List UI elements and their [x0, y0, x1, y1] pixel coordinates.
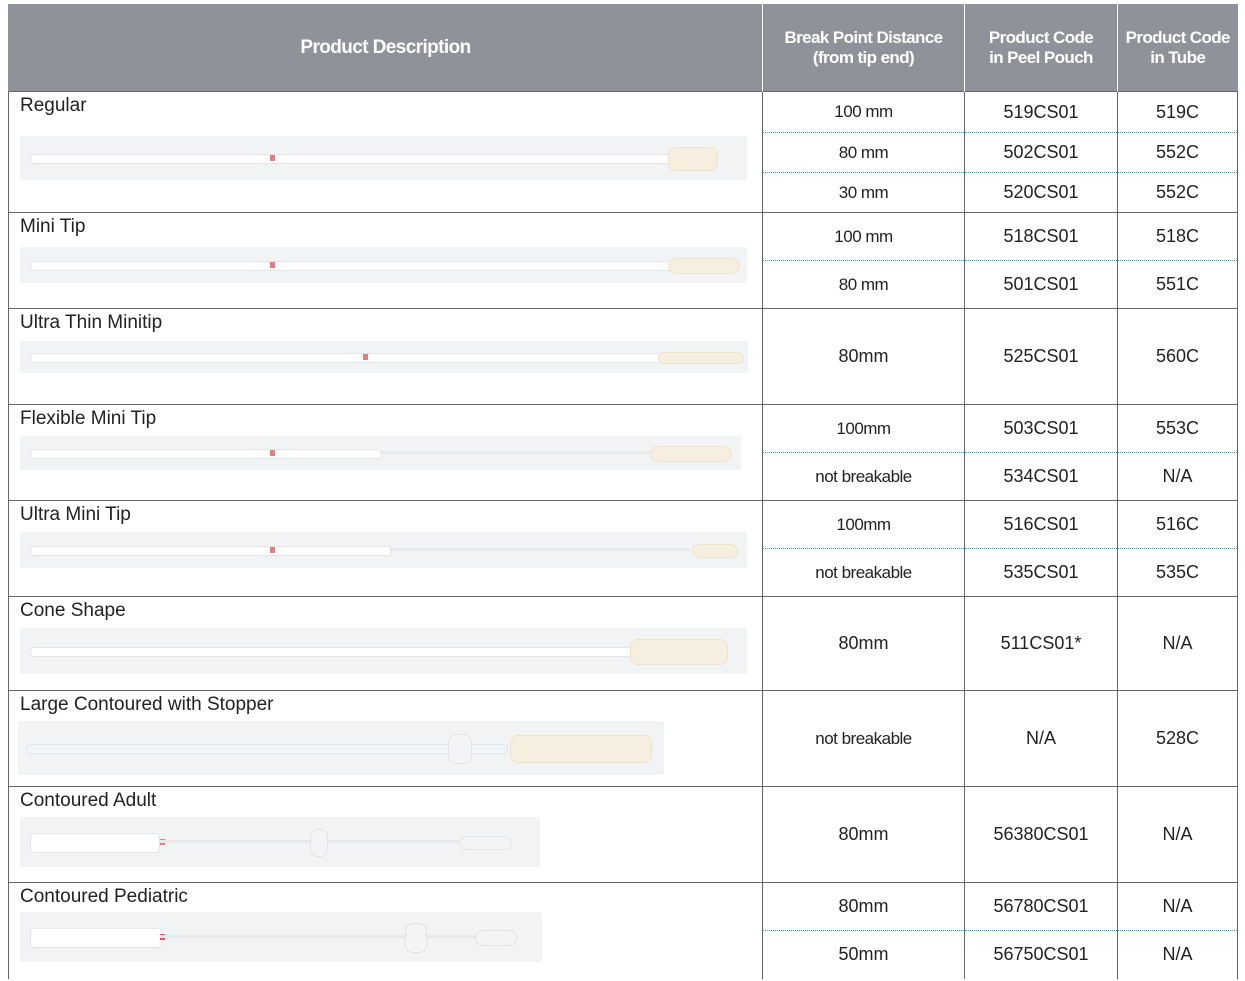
header-tube-line1: Product Code: [1125, 27, 1231, 47]
pouch-code-cell: 501CS01: [964, 260, 1118, 309]
product-cell-cone-shape: Cone Shape: [8, 596, 763, 691]
header-break-point-line2: (from tip end): [812, 47, 915, 67]
tube-code-cell: N/A: [1117, 596, 1238, 691]
swab-image-ultra-mini-tip: [20, 532, 747, 568]
tube-code-cell: N/A: [1117, 930, 1238, 979]
pouch-code-cell: 525CS01: [964, 308, 1118, 405]
pouch-code-cell: 534CS01: [964, 452, 1118, 501]
product-cell-ultra-thin-minitip: Ultra Thin Minitip: [8, 308, 763, 405]
break-point-cell: 100mm: [762, 404, 965, 453]
break-point-cell: not breakable: [762, 452, 965, 501]
pouch-code-cell: 516CS01: [964, 500, 1118, 549]
pouch-code-cell: N/A: [964, 690, 1118, 787]
product-table-container: Product Description Break Point Distance…: [8, 4, 1238, 979]
break-point-cell: 80mm: [762, 786, 965, 883]
pouch-code-cell: 511CS01*: [964, 596, 1118, 691]
header-peel-pouch-line2: in Peel Pouch: [989, 47, 1093, 67]
table-row: Cone Shape 80mm 511CS01* N/A: [8, 596, 1238, 691]
swab-image-flexible-mini-tip: [20, 436, 741, 470]
break-point-cell: 80mm: [762, 596, 965, 691]
header-tube: Product Code in Tube: [1117, 4, 1238, 92]
product-cell-ultra-mini-tip: Ultra Mini Tip: [8, 500, 763, 597]
tube-code-cell: N/A: [1117, 786, 1238, 883]
product-name: Mini Tip: [20, 216, 86, 237]
tube-code-cell: 516C: [1117, 500, 1238, 549]
product-cell-mini-tip: Mini Tip: [8, 212, 763, 309]
pouch-code-cell: 56780CS01: [964, 882, 1118, 931]
product-cell-contoured-pediatric: Contoured Pediatric: [8, 882, 763, 979]
table-header-row: Product Description Break Point Distance…: [8, 4, 1238, 92]
table-row: Ultra Thin Minitip 80mm 525CS01 560C: [8, 308, 1238, 405]
swab-image-contoured-adult: [20, 817, 540, 867]
pouch-code-cell: 56750CS01: [964, 930, 1118, 979]
break-point-cell: 100 mm: [762, 212, 965, 261]
header-peel-pouch-line1: Product Code: [988, 27, 1094, 47]
tube-code-cell: 551C: [1117, 260, 1238, 309]
pouch-code-cell: 56380CS01: [964, 786, 1118, 883]
pouch-code-cell: 502CS01: [964, 132, 1118, 173]
tube-code-cell: 535C: [1117, 548, 1238, 597]
tube-code-cell: 552C: [1117, 132, 1238, 173]
break-point-cell: 50mm: [762, 930, 965, 979]
tube-code-cell: 518C: [1117, 212, 1238, 261]
product-table: Product Description Break Point Distance…: [8, 4, 1238, 979]
header-peel-pouch: Product Code in Peel Pouch: [964, 4, 1118, 92]
product-name: Flexible Mini Tip: [20, 408, 157, 429]
product-cell-large-contoured: Large Contoured with Stopper: [8, 690, 763, 787]
break-point-cell: not breakable: [762, 690, 965, 787]
swab-image-regular: [20, 136, 747, 180]
pouch-code-cell: 503CS01: [964, 404, 1118, 453]
tube-code-cell: 560C: [1117, 308, 1238, 405]
product-name: Contoured Pediatric: [20, 886, 188, 907]
product-cell-flexible-mini-tip: Flexible Mini Tip: [8, 404, 763, 501]
swab-image-ultra-thin-minitip: [20, 341, 748, 373]
swab-image-cone-shape: [20, 628, 747, 674]
tube-code-cell: 553C: [1117, 404, 1238, 453]
header-product-description: Product Description: [8, 4, 763, 92]
product-name: Regular: [20, 95, 87, 116]
swab-image-mini-tip: [20, 247, 747, 283]
break-point-cell: not breakable: [762, 548, 965, 597]
tube-code-cell: N/A: [1117, 882, 1238, 931]
break-point-cell: 80 mm: [762, 132, 965, 173]
pouch-code-cell: 520CS01: [964, 172, 1118, 213]
swab-image-contoured-pediatric: [20, 912, 542, 962]
product-name: Ultra Mini Tip: [20, 504, 131, 525]
break-point-cell: 100 mm: [762, 91, 965, 133]
break-point-cell: 80mm: [762, 882, 965, 931]
break-point-cell: 80mm: [762, 308, 965, 405]
table-row: Contoured Pediatric 80mm 56780CS01 N/A: [8, 882, 1238, 979]
table-row: Flexible Mini Tip 100mm 503CS01 553C: [8, 404, 1238, 501]
pouch-code-cell: 519CS01: [964, 91, 1118, 133]
product-cell-regular: Regular: [8, 91, 763, 213]
product-name: Ultra Thin Minitip: [20, 312, 163, 333]
break-point-cell: 80 mm: [762, 260, 965, 309]
pouch-code-cell: 518CS01: [964, 212, 1118, 261]
header-break-point-line1: Break Point Distance: [784, 27, 943, 47]
product-name: Cone Shape: [20, 600, 126, 621]
table-row: Regular 100 mm 519CS01 519C: [8, 91, 1238, 213]
product-cell-contoured-adult: Contoured Adult: [8, 786, 763, 883]
product-name: Large Contoured with Stopper: [20, 694, 274, 715]
pouch-code-cell: 535CS01: [964, 548, 1118, 597]
table-row: Contoured Adult 80mm 56380CS01 N/A: [8, 786, 1238, 883]
tube-code-cell: 519C: [1117, 91, 1238, 133]
tube-code-cell: 552C: [1117, 172, 1238, 213]
header-break-point: Break Point Distance (from tip end): [762, 4, 965, 92]
tube-code-cell: 528C: [1117, 690, 1238, 787]
table-row: Large Contoured with Stopper not breakab…: [8, 690, 1238, 787]
table-row: Mini Tip 100 mm 518CS01 518C: [8, 212, 1238, 309]
tube-code-cell: N/A: [1117, 452, 1238, 501]
table-row: Ultra Mini Tip 100mm 516CS01 516C: [8, 500, 1238, 597]
break-point-cell: 30 mm: [762, 172, 965, 213]
swab-image-large-contoured: [18, 721, 664, 775]
break-point-cell: 100mm: [762, 500, 965, 549]
product-name: Contoured Adult: [20, 790, 157, 811]
header-tube-line2: in Tube: [1150, 47, 1206, 67]
